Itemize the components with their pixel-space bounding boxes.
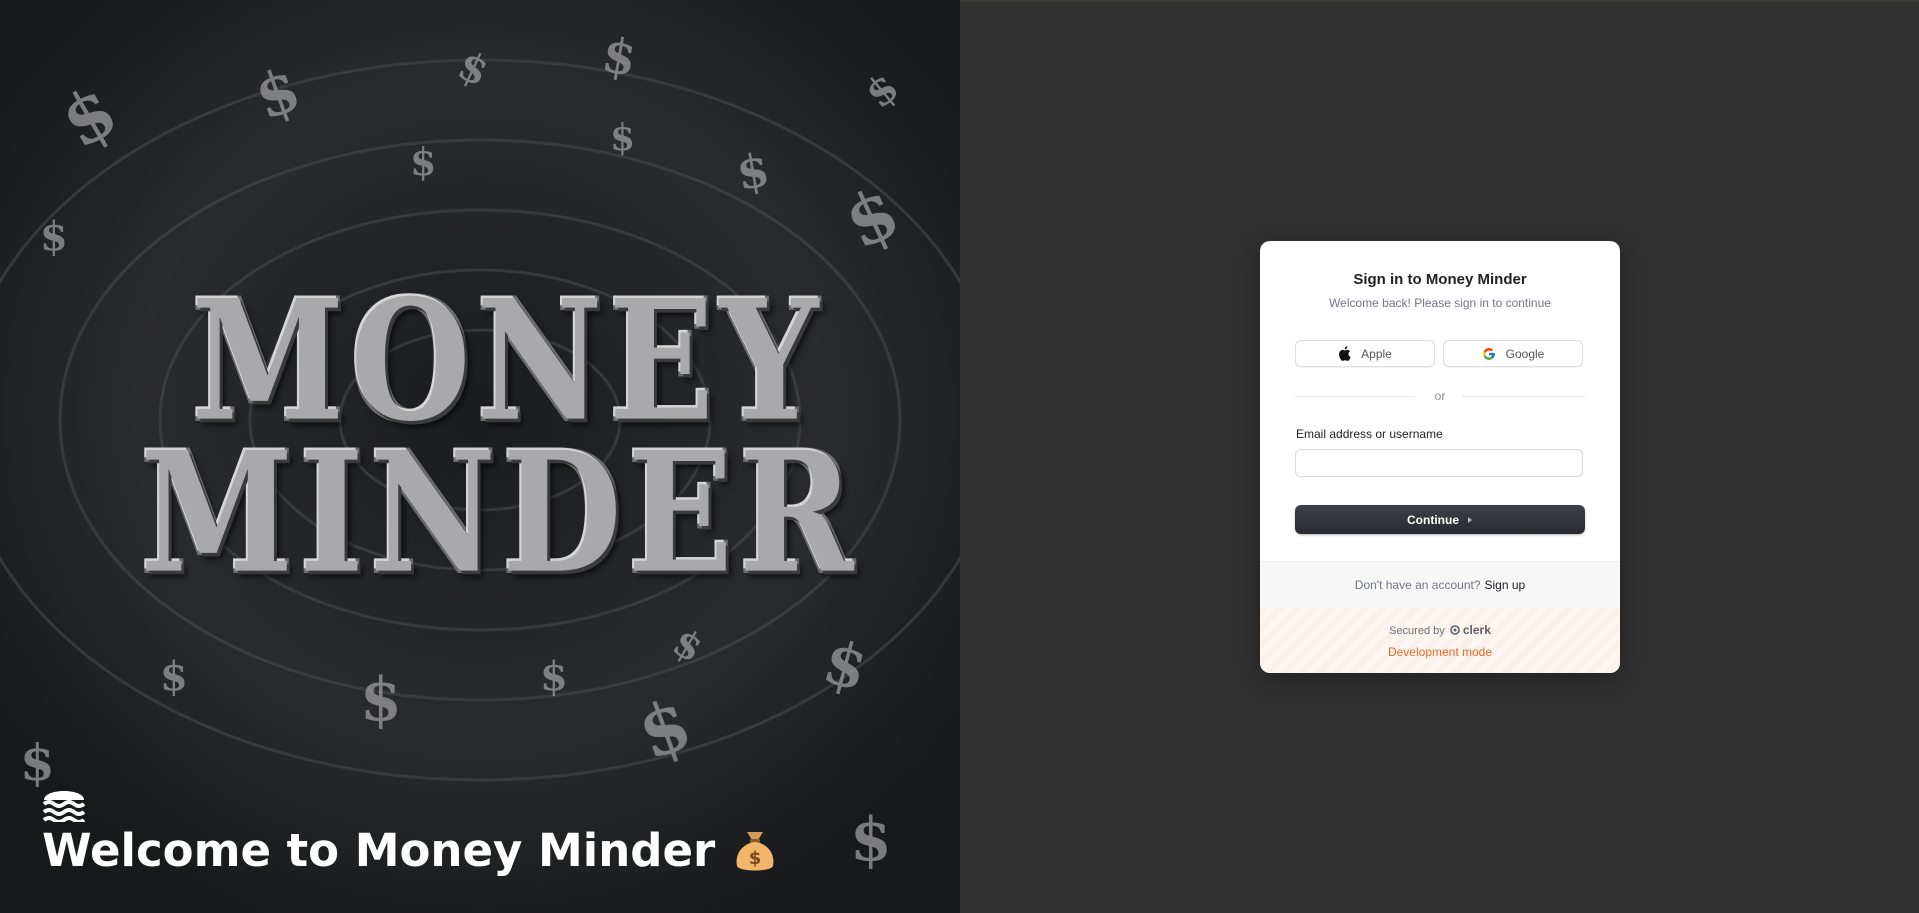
- svg-text:$: $: [360, 665, 402, 735]
- svg-text:$: $: [410, 139, 436, 184]
- email-username-input[interactable]: [1295, 449, 1583, 477]
- signin-card: Sign in to Money Minder Welcome back! Pl…: [1260, 241, 1620, 673]
- no-account-text: Don't have an account?: [1354, 578, 1481, 592]
- clerk-logo-icon: [1450, 625, 1460, 635]
- google-button-label: Google: [1505, 346, 1545, 361]
- welcome-text: Welcome to Money Minder: [42, 824, 716, 877]
- apple-icon: [1339, 346, 1351, 361]
- waves-icon: [42, 791, 86, 822]
- google-icon: [1482, 347, 1495, 360]
- svg-text:$: $: [160, 653, 188, 700]
- continue-label: Continue: [1407, 512, 1459, 527]
- secured-by-text: Secured by: [1389, 625, 1445, 637]
- money-bag-icon: $: [736, 831, 774, 870]
- apple-signin-button[interactable]: Apple: [1295, 340, 1435, 367]
- signin-subtitle: Welcome back! Please sign in to continue: [1329, 296, 1551, 310]
- hero-title-line2: MINDER: [140, 414, 860, 611]
- google-signin-button[interactable]: Google: [1443, 340, 1583, 367]
- welcome-heading: Welcome to Money Minder $: [42, 824, 777, 877]
- caret-right-icon: [1468, 516, 1472, 523]
- divider-right: [1462, 396, 1585, 397]
- svg-text:$: $: [610, 117, 635, 159]
- development-mode-label: Development mode: [1387, 645, 1493, 659]
- apple-button-label: Apple: [1361, 346, 1392, 361]
- svg-text:$: $: [40, 213, 68, 260]
- signin-title: Sign in to Money Minder: [1353, 271, 1527, 288]
- dev-footer: Secured by clerk Development mode: [1260, 608, 1620, 673]
- email-label: Email address or username: [1296, 427, 1443, 441]
- continue-button[interactable]: Continue: [1295, 505, 1585, 534]
- signup-link[interactable]: Sign up: [1485, 578, 1526, 592]
- secured-by: Secured by clerk: [1260, 623, 1620, 637]
- clerk-brand[interactable]: clerk: [1463, 623, 1491, 637]
- signup-footer: Don't have an account? Sign up: [1260, 561, 1620, 609]
- svg-text:$: $: [749, 848, 762, 869]
- hero-panel: $ $ $ $ $ $ $ $ $ $ $ $ $ $ $ $ $ $ MONE…: [0, 0, 960, 913]
- svg-text:$: $: [850, 805, 892, 875]
- svg-text:$: $: [540, 653, 568, 700]
